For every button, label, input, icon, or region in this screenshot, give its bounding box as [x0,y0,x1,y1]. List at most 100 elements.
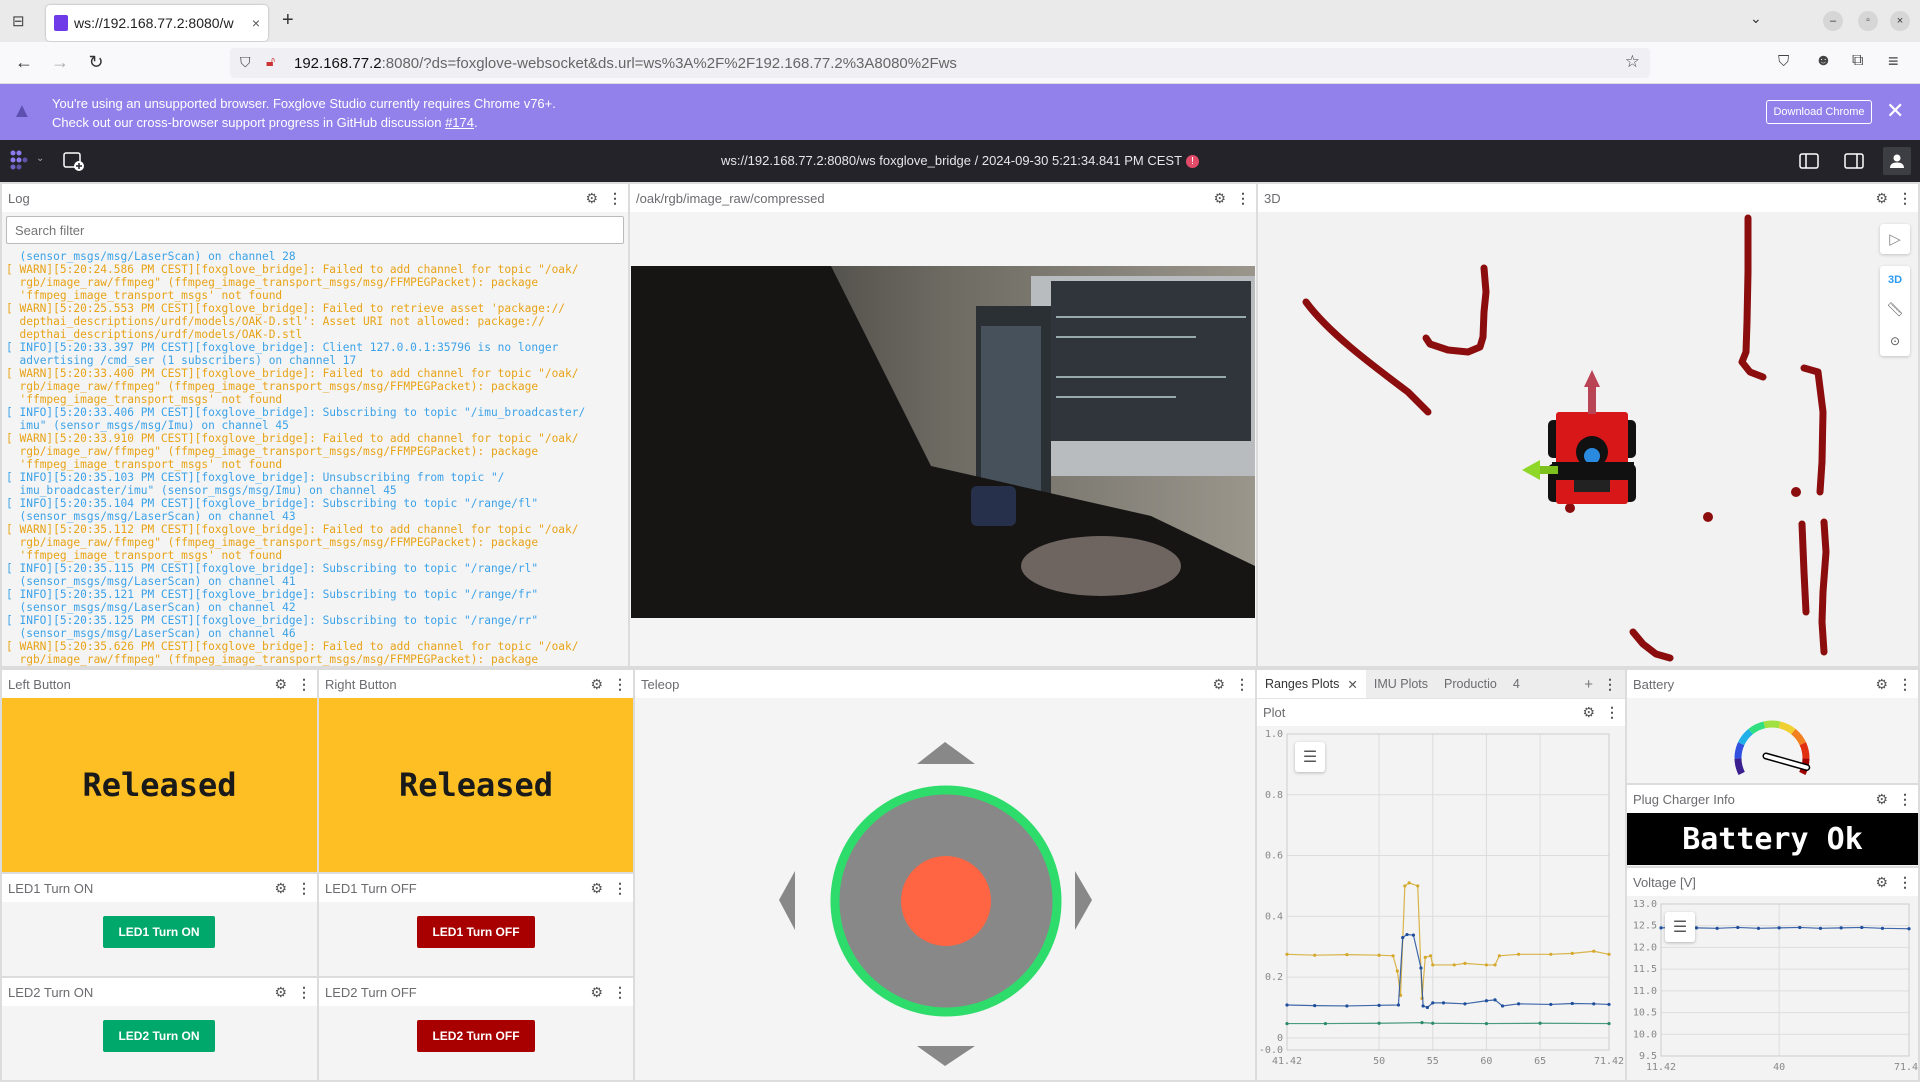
led2-turn-off-button[interactable]: LED2 Turn OFF [417,1020,535,1052]
tab-production[interactable]: Productio [1436,670,1505,698]
3d-viewport[interactable] [1258,212,1920,668]
settings-gear-icon[interactable]: ⚙ [1582,704,1595,721]
panel-menu-icon[interactable]: ⋮ [613,676,627,693]
settings-gear-icon[interactable]: ⚙ [1213,190,1226,207]
settings-gear-icon[interactable]: ⚙ [274,984,287,1001]
data-point [1517,1002,1521,1006]
log-search-input[interactable] [6,216,624,244]
forward-button[interactable]: → [48,52,72,73]
new-tab-button[interactable]: + [282,9,294,32]
battery-panel: Battery ⚙ ⋮ [1625,668,1920,786]
ranges-plot-chart[interactable]: 41.42 50 55 60 65 71.42 1.0 0.8 0.6 0.4 0.2 0-0.0 [1257,726,1625,1082]
app-menu-icon[interactable]: ≡ [1888,51,1899,72]
data-point [1493,998,1497,1002]
down-arrow-button[interactable] [917,1046,975,1066]
panel-menu-icon[interactable]: ⋮ [297,676,311,693]
panel-menu-icon[interactable]: ⋮ [1605,704,1619,721]
settings-gear-icon[interactable]: ⚙ [585,190,598,207]
settings-gear-icon[interactable]: ⚙ [274,880,287,897]
panel-menu-icon[interactable]: ⋮ [1898,676,1912,693]
tab-close-icon[interactable]: × [252,15,260,31]
panel-menu-icon[interactable]: ⋮ [1236,190,1250,207]
led1-turn-on-button[interactable]: LED1 Turn ON [103,916,215,948]
log-panel: Log ⚙ ⋮ (sensor_msgs/msg/LaserScan) on ch… [0,182,630,668]
data-point [1431,1001,1435,1005]
y-tick-label: 13.0 [1633,899,1657,910]
settings-gear-icon[interactable]: ⚙ [590,676,603,693]
close-window-button[interactable]: × [1890,11,1910,31]
settings-gear-icon[interactable]: ⚙ [1875,874,1888,891]
insecure-lock-icon[interactable]: 🔓︎ [266,53,275,70]
settings-gear-icon[interactable]: ⚙ [274,676,287,693]
log-entry: [ WARN][5:20:24.586 PM CEST][foxglove_br… [6,263,579,302]
publish-point-icon[interactable]: ⊙ [1890,334,1900,348]
panel-menu-icon[interactable]: ⋮ [1235,676,1249,693]
panel-menu-icon[interactable]: ⋮ [1898,190,1912,207]
robot-model[interactable] [1548,412,1636,504]
tab-label: Productio [1444,677,1497,691]
measure-ruler-icon[interactable]: 📏︎ [1886,301,1904,318]
tabs-menu-icon[interactable]: ⋮ [1603,676,1625,693]
teleop-joystick[interactable] [635,698,1255,1082]
extensions-icon[interactable]: ⧉ [1852,52,1863,70]
tab-4[interactable]: 4 [1505,670,1528,698]
right-arrow-button[interactable] [1075,871,1092,930]
left-arrow-button[interactable] [779,871,795,930]
restore-button[interactable]: ▫ [1858,11,1878,31]
right-button-panel-header: Right Button ⚙ ⋮ [319,670,633,698]
list-all-tabs-icon[interactable]: ⌄ [1750,10,1762,27]
shield-icon[interactable]: ⛉ [240,54,251,71]
browser-tab[interactable]: ws://192.168.77.2:8080/w × [46,5,268,41]
close-tab-icon[interactable]: ✕ [1347,677,1357,692]
download-chrome-button[interactable]: Download Chrome [1766,100,1872,124]
settings-gear-icon[interactable]: ⚙ [590,984,603,1001]
up-arrow-button[interactable] [917,742,975,764]
add-tab-icon[interactable]: + [1584,676,1603,693]
3d-panel: 3D ⚙ ⋮ ▷ 3D 📏︎ ⊙ [1256,182,1920,668]
github-discussion-link[interactable]: #174 [445,115,474,130]
y-tick-label: 0.4 [1265,911,1283,922]
panel-menu-icon[interactable]: ⋮ [297,984,311,1001]
panel-menu-icon[interactable]: ⋮ [297,880,311,897]
back-button[interactable]: ← [12,52,36,73]
camera-image[interactable] [631,266,1255,618]
led2-off-panel-header: LED2 Turn OFF ⚙ ⋮ [319,978,633,1006]
panel-menu-icon[interactable]: ⋮ [1898,874,1912,891]
3d-mode-toggle[interactable]: 3D [1888,274,1902,286]
settings-gear-icon[interactable]: ⚙ [1875,791,1888,808]
settings-gear-icon[interactable]: ⚙ [590,880,603,897]
pocket-icon[interactable]: ⛉ [1778,53,1789,70]
data-point [1484,963,1489,967]
legend-toggle-button[interactable]: ☰ [1665,912,1695,942]
connection-error-icon[interactable]: ! [1186,155,1200,169]
3d-view-controls: 3D 📏︎ ⊙ [1880,266,1910,356]
legend-toggle-button[interactable]: ☰ [1295,742,1325,772]
url-input[interactable]: ⛉ 🔓︎ 192.168.77.2:8080/?ds=foxglove-webs… [230,48,1650,78]
settings-gear-icon[interactable]: ⚙ [1212,676,1225,693]
log-entry: [ INFO][5:20:33.406 PM CEST][foxglove_br… [6,406,586,432]
account-icon[interactable]: ☻ [1815,52,1832,70]
bookmark-star-icon[interactable]: ☆ [1625,52,1640,72]
log-entry: [ INFO][5:20:35.115 PM CEST][foxglove_br… [6,562,539,588]
panel-menu-icon[interactable]: ⋮ [613,984,627,1001]
data-point [1570,1001,1574,1006]
panel-menu-icon[interactable]: ⋮ [613,880,627,897]
tab-imu-plots[interactable]: IMU Plots [1366,670,1436,698]
tab-list-icon[interactable]: ⊟ [12,12,25,30]
y-tick-label: 12.5 [1633,921,1657,932]
panel-menu-icon[interactable]: ⋮ [1898,791,1912,808]
close-banner-icon[interactable]: ✕ [1886,98,1904,124]
minimize-button[interactable]: – [1823,11,1843,31]
settings-gear-icon[interactable]: ⚙ [1875,676,1888,693]
settings-gear-icon[interactable]: ⚙ [1875,190,1888,207]
y-tick-label: 1.0 [1265,729,1283,740]
select-tool-button[interactable]: ▷ [1880,224,1910,254]
joystick-knob[interactable] [901,856,991,946]
tab-ranges-plots[interactable]: Ranges Plots ✕ [1257,670,1366,698]
led2-turn-on-button[interactable]: LED2 Turn ON [103,1020,215,1052]
x-tick-label: 60 [1480,1056,1492,1067]
led1-turn-off-button[interactable]: LED1 Turn OFF [417,916,535,948]
panel-menu-icon[interactable]: ⋮ [608,190,622,207]
charger-status-text: Battery Ok [1627,813,1918,865]
reload-button[interactable]: ↻ [84,52,108,73]
